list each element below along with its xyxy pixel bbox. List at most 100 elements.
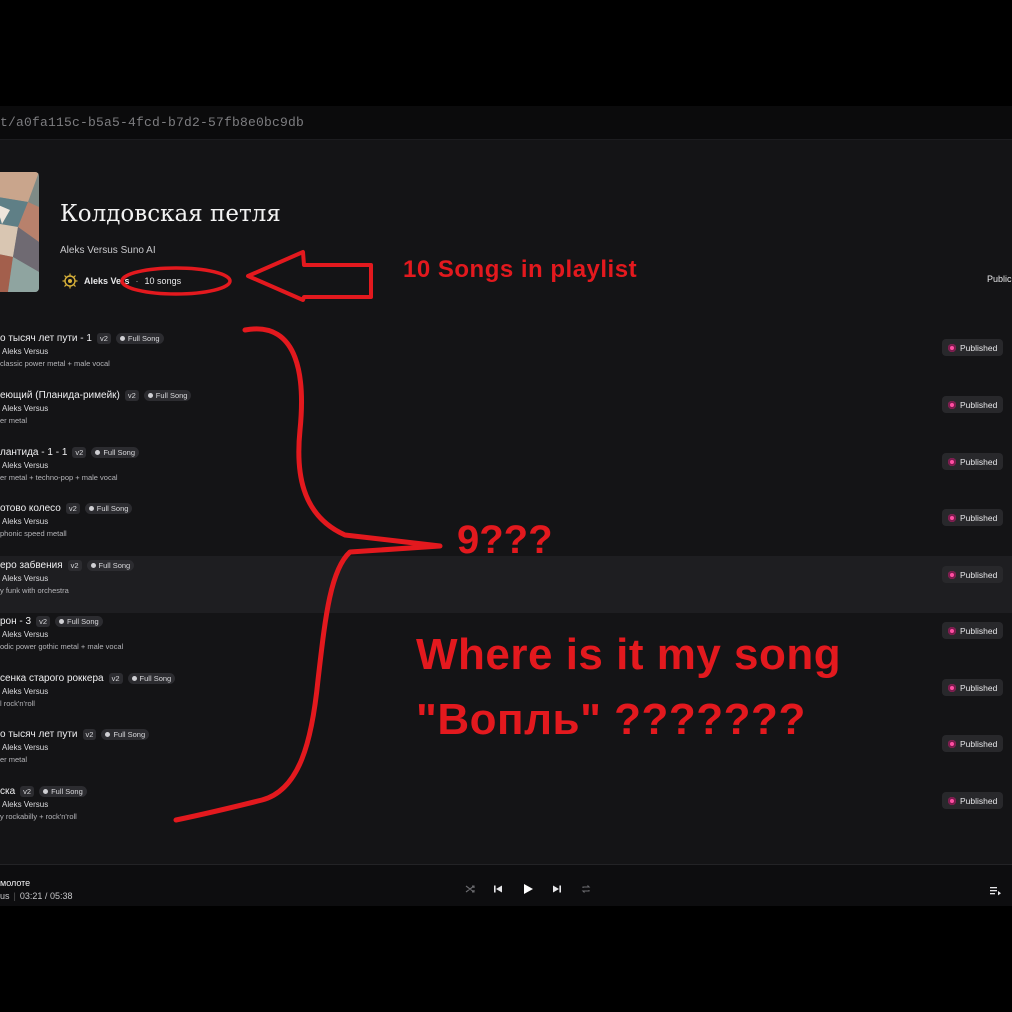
- version-badge: v2: [108, 672, 123, 684]
- repeat-icon[interactable]: [579, 882, 593, 896]
- track-title[interactable]: отово колесо: [0, 503, 61, 514]
- time-separator: /: [44, 891, 48, 901]
- owner-logo-icon[interactable]: [62, 273, 78, 289]
- track-artist[interactable]: Aleks Versus: [2, 404, 48, 413]
- full-song-badge: Full Song: [39, 785, 87, 797]
- published-badge[interactable]: Published: [942, 396, 1004, 413]
- track-title[interactable]: ска: [0, 786, 15, 797]
- full-song-badge: Full Song: [91, 446, 139, 458]
- elapsed-time: 03:21: [19, 891, 43, 901]
- full-song-dot-icon: [147, 392, 153, 398]
- now-playing-title[interactable]: молоте: [0, 878, 30, 888]
- full-song-badge: Full Song: [101, 728, 150, 740]
- track-row[interactable]: еющий (Планида-римейк) v2 Full Song Aleks V…: [0, 386, 1012, 443]
- published-badge[interactable]: Published: [942, 509, 1004, 526]
- track-row[interactable]: рон - 3 v2 Full Song Aleks Versus odic power…: [0, 612, 1012, 669]
- track-title[interactable]: сенка старого роккера: [0, 673, 104, 684]
- published-label: Published: [960, 795, 998, 806]
- published-icon: [948, 400, 956, 409]
- track-style: er metal + techno-pop + male vocal: [0, 473, 118, 482]
- full-song-dot-icon: [59, 618, 65, 624]
- track-style: y funk with orchestra: [0, 586, 69, 595]
- full-song-label: Full Song: [98, 560, 131, 570]
- published-label: Published: [960, 399, 998, 410]
- version-badge: v2: [36, 615, 51, 627]
- track-title[interactable]: о тысяч лет пути - 1: [0, 333, 92, 344]
- full-song-badge: Full Song: [55, 615, 103, 627]
- track-title-row: сенка старого роккера v2 Full Song: [0, 671, 176, 685]
- published-icon: [948, 343, 956, 352]
- visibility-label[interactable]: Public: [987, 274, 1012, 284]
- full-song-label: Full Song: [103, 447, 135, 457]
- track-artist[interactable]: Aleks Versus: [2, 347, 48, 356]
- app-screen: t/a0fa115c-b5a5-4fcd-b7d2-57fb8e0bc9db К…: [0, 106, 1012, 906]
- track-style: classic power metal + male vocal: [0, 359, 110, 368]
- full-song-label: Full Song: [127, 333, 160, 343]
- url-text[interactable]: t/a0fa115c-b5a5-4fcd-b7d2-57fb8e0bc9db: [0, 115, 304, 130]
- version-badge: v2: [67, 559, 82, 571]
- track-title[interactable]: еющий (Планида-римейк): [0, 390, 120, 401]
- published-badge[interactable]: Published: [942, 566, 1004, 583]
- full-song-badge: Full Song: [86, 559, 135, 571]
- track-row[interactable]: о тысяч лет пути - 1 v2 Full Song Aleks Ver…: [0, 329, 1012, 386]
- published-icon: [948, 626, 956, 635]
- owner-name[interactable]: Aleks Vers: [84, 276, 130, 286]
- now-playing-artist[interactable]: us: [0, 891, 10, 901]
- track-artist[interactable]: Aleks Versus: [2, 687, 48, 696]
- track-artist[interactable]: Aleks Versus: [2, 574, 48, 583]
- published-badge[interactable]: Published: [942, 792, 1004, 809]
- shuffle-icon[interactable]: [463, 882, 477, 896]
- published-label: Published: [960, 456, 998, 467]
- track-row[interactable]: отово колесо v2 Full Song Aleks Versus phoni…: [0, 499, 1012, 556]
- published-badge[interactable]: Published: [942, 735, 1004, 752]
- published-label: Published: [960, 625, 998, 636]
- version-badge: v2: [124, 389, 139, 401]
- track-row[interactable]: о тысяч лет пути v2 Full Song Aleks Versus e…: [0, 725, 1012, 782]
- now-playing-meta: us | 03:21 / 05:38: [0, 891, 73, 901]
- queue-icon[interactable]: [988, 884, 1002, 898]
- track-row[interactable]: еро забвения v2 Full Song Aleks Versus y fun…: [0, 556, 1012, 613]
- version-badge: v2: [72, 446, 87, 458]
- track-title[interactable]: рон - 3: [0, 616, 31, 627]
- full-song-badge: Full Song: [115, 332, 164, 344]
- track-row[interactable]: сенка старого роккера v2 Full Song Aleks Ve…: [0, 669, 1012, 726]
- next-icon[interactable]: [550, 882, 564, 896]
- track-style: phonic speed metall: [0, 529, 67, 538]
- track-artist[interactable]: Aleks Versus: [2, 630, 48, 639]
- address-bar[interactable]: t/a0fa115c-b5a5-4fcd-b7d2-57fb8e0bc9db: [0, 106, 1012, 140]
- full-song-dot-icon: [43, 788, 49, 794]
- track-artist[interactable]: Aleks Versus: [2, 743, 48, 752]
- published-label: Published: [960, 738, 998, 749]
- track-title-row: рон - 3 v2 Full Song: [0, 614, 103, 628]
- track-title-row: лантида - 1 - 1 v2 Full Song: [0, 445, 139, 459]
- version-badge: v2: [20, 785, 35, 797]
- track-artist[interactable]: Aleks Versus: [2, 517, 48, 526]
- published-badge[interactable]: Published: [942, 679, 1004, 696]
- track-title[interactable]: еро забвения: [0, 560, 63, 571]
- play-icon[interactable]: [521, 882, 535, 896]
- published-icon: [948, 457, 956, 466]
- full-song-dot-icon: [119, 335, 125, 341]
- full-song-badge: Full Song: [143, 389, 192, 401]
- full-song-label: Full Song: [139, 673, 172, 683]
- playlist-cover[interactable]: [0, 172, 39, 292]
- full-song-dot-icon: [131, 675, 137, 681]
- track-artist[interactable]: Aleks Versus: [2, 800, 48, 809]
- full-song-label: Full Song: [155, 390, 188, 400]
- track-title-row: еющий (Планида-римейк) v2 Full Song: [0, 388, 192, 402]
- playlist-title: Колдовская петля: [60, 201, 281, 227]
- previous-icon[interactable]: [491, 882, 505, 896]
- playlist-meta-row: Aleks Vers · 10 songs: [62, 273, 181, 289]
- track-row[interactable]: ска v2 Full Song Aleks Versus y rockabilly +…: [0, 782, 1012, 839]
- full-song-label: Full Song: [96, 503, 129, 513]
- published-badge[interactable]: Published: [942, 339, 1004, 356]
- track-title-row: еро забвения v2 Full Song: [0, 558, 135, 572]
- published-badge[interactable]: Published: [942, 453, 1004, 470]
- published-badge[interactable]: Published: [942, 622, 1004, 639]
- track-title[interactable]: о тысяч лет пути: [0, 729, 78, 740]
- track-style: odic power gothic metal + male vocal: [0, 642, 124, 651]
- track-row[interactable]: лантида - 1 - 1 v2 Full Song Aleks Versus er…: [0, 443, 1012, 500]
- version-badge: v2: [82, 728, 97, 740]
- track-artist[interactable]: Aleks Versus: [2, 461, 48, 470]
- track-title[interactable]: лантида - 1 - 1: [0, 447, 67, 458]
